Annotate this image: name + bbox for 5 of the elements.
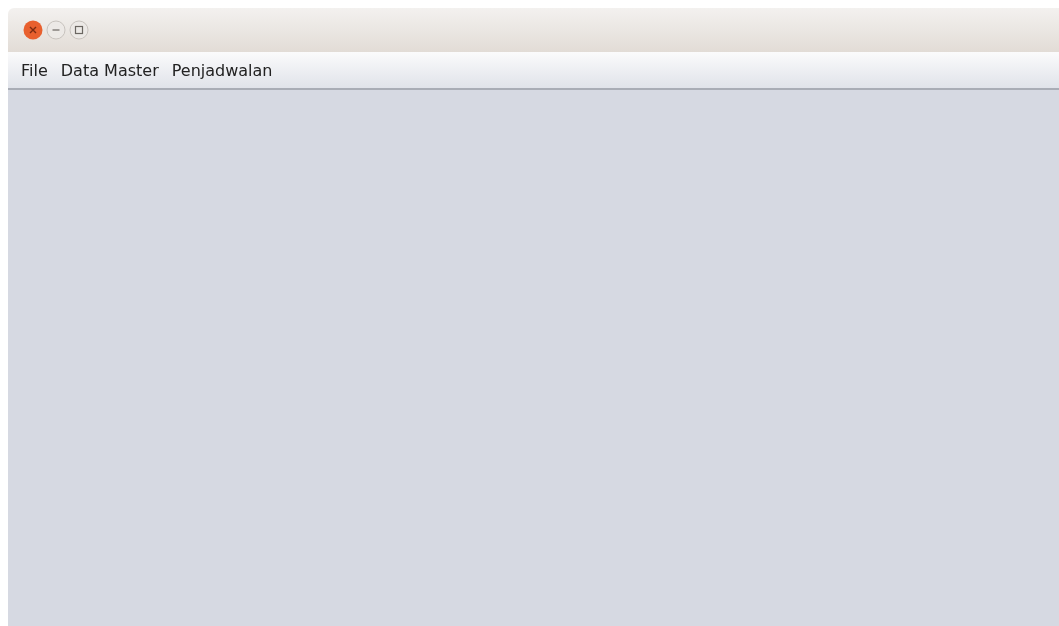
menu-item[interactable]: Data Master [57, 60, 162, 80]
maximize-icon[interactable] [69, 20, 89, 40]
menu-item[interactable]: Penjadwalan [168, 60, 276, 80]
menu-item[interactable]: File [18, 60, 51, 80]
close-icon[interactable] [23, 20, 43, 40]
